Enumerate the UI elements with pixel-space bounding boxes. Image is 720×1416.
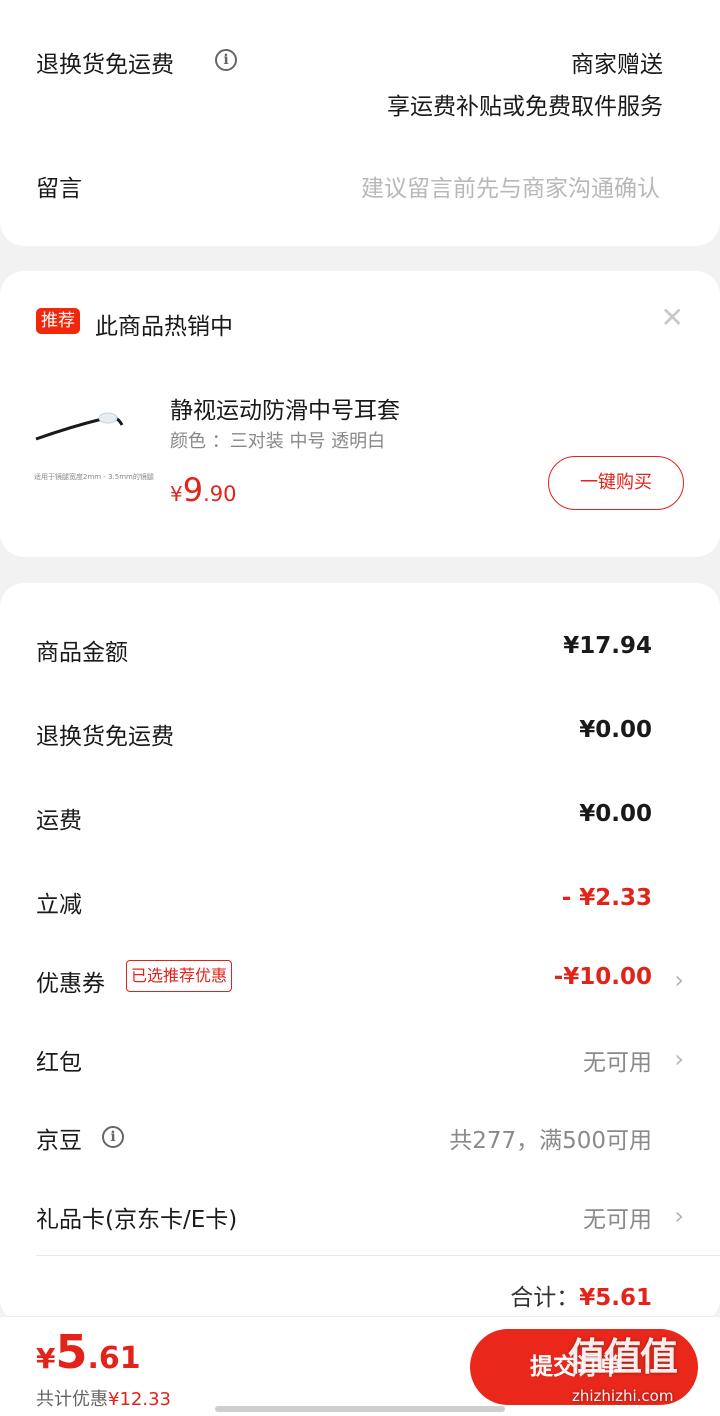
red-packet-row[interactable]: 红包 无可用 › [0,1039,720,1079]
message-label: 留言 [36,176,82,202]
one-click-buy-button[interactable]: 一键购买 [548,456,684,510]
pay-currency: ¥ [36,1342,56,1375]
order-options-card: 退换货免运费 i 商家赠送 享运费补贴或免费取件服务 留言 建议留言前先与商家沟… [0,0,720,246]
return-fee-label: 退换货免运费 [36,724,174,750]
product-price: ¥9.90 [170,471,237,509]
return-fee-row: 退换货免运费 ¥0.00 [0,713,720,753]
product-image-caption: 适用于镜腿宽度2mm - 3.5mm的镜腿 [34,472,154,481]
instant-discount-label: 立减 [36,892,82,918]
product-thumbnail[interactable]: 适用于镜腿宽度2mm - 3.5mm的镜腿 [30,399,162,487]
close-icon[interactable]: ✕ [661,301,684,334]
gift-card-value: 无可用 [583,1207,652,1233]
goods-amount-row: 商品金额 ¥17.94 [0,629,720,669]
return-shipping-detail: 享运费补贴或免费取件服务 [387,94,663,120]
recommend-card: 推荐 此商品热销中 ✕ 适用于镜腿宽度2mm - 3.5mm的镜腿 静视运动防滑… [0,271,720,557]
recommend-tag: 推荐 [36,308,80,334]
divider [36,1255,720,1256]
total-line: 合计：¥5.61 [510,1278,652,1312]
product-name[interactable]: 静视运动防滑中号耳套 [170,391,400,425]
watermark-url: zhizhizhi.com [572,1387,674,1405]
instant-discount-row: 立减 - ¥2.33 [0,881,720,921]
saving-value: ¥12.33 [108,1389,171,1410]
shipping-value: ¥0.00 [579,801,652,827]
home-indicator[interactable] [215,1406,505,1412]
jingdou-label: 京豆 [36,1128,82,1154]
return-shipping-label: 退换货免运费 [36,52,174,78]
chevron-right-icon[interactable]: › [674,966,684,994]
pay-integer: 5 [55,1325,88,1379]
jingdou-row: 京豆 i 共277，满500可用 [0,1117,720,1157]
pay-decimal: .61 [87,1341,141,1376]
goods-amount-label: 商品金额 [36,640,128,666]
coupon-row[interactable]: 优惠券 已选推荐优惠 -¥10.00 › [0,960,720,1000]
price-decimal: .90 [203,482,237,506]
saving-label: 共计优惠 [36,1389,108,1410]
chevron-right-icon[interactable]: › [674,1202,684,1230]
jingdou-value: 共277，满500可用 [449,1128,652,1154]
goods-amount-value: ¥17.94 [563,633,652,659]
coupon-label: 优惠券 [36,971,105,997]
info-icon[interactable]: i [215,49,237,71]
shipping-label: 运费 [36,808,82,834]
price-summary-card: 商品金额 ¥17.94 退换货免运费 ¥0.00 运费 ¥0.00 立减 - ¥… [0,583,720,1323]
total-saving: 共计优惠¥12.33 [36,1385,171,1411]
message-input[interactable]: 建议留言前先与商家沟通确认 [361,169,660,203]
price-integer: 9 [182,471,204,509]
return-shipping-value: 商家赠送 [571,52,663,78]
product-spec: 颜色 ：三对装 中号 透明白 [170,431,386,452]
chevron-right-icon[interactable]: › [674,1045,684,1073]
recommend-title: 此商品热销中 [95,314,233,340]
return-fee-value: ¥0.00 [579,717,652,743]
red-packet-label: 红包 [36,1050,82,1076]
gift-card-row[interactable]: 礼品卡(京东卡/E卡) 无可用 › [0,1196,720,1236]
coupon-selected-tag: 已选推荐优惠 [126,960,233,992]
watermark-text: 值值值 [568,1335,678,1379]
total-label: 合计： [510,1285,580,1311]
price-currency: ¥ [170,482,183,506]
total-value: ¥5.61 [579,1285,652,1311]
coupon-value: -¥10.00 [553,964,652,990]
red-packet-value: 无可用 [583,1050,652,1076]
instant-discount-value: - ¥2.33 [561,885,652,911]
gift-card-label: 礼品卡(京东卡/E卡) [36,1207,238,1233]
info-icon[interactable]: i [102,1126,124,1148]
shipping-row: 运费 ¥0.00 [0,797,720,837]
pay-amount: ¥5.61 [36,1325,141,1379]
